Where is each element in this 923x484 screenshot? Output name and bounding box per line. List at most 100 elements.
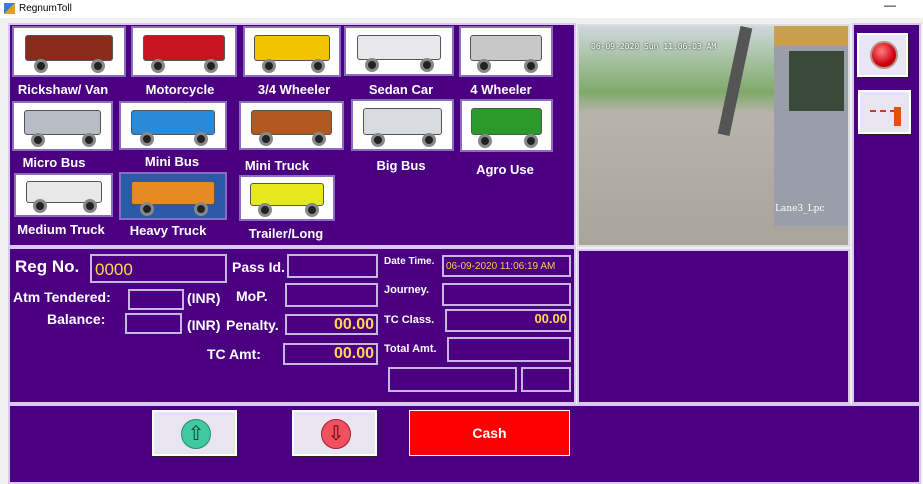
vehicle-image: [251, 109, 332, 135]
wheel-icon: [420, 58, 435, 72]
window-title: RegnumToll: [19, 3, 72, 14]
wheel-icon: [91, 59, 105, 73]
control-panel: [852, 23, 921, 404]
balance-input[interactable]: [125, 313, 182, 334]
wheel-icon: [151, 59, 166, 73]
reg-no-input[interactable]: 0000: [90, 254, 227, 283]
vehicle-label: Heavy Truck: [129, 223, 207, 238]
booth: [774, 26, 848, 226]
extra-field-1[interactable]: [388, 367, 517, 392]
wheel-icon: [310, 59, 325, 73]
title-bar: RegnumToll —: [0, 0, 923, 18]
up-button[interactable]: ⇧: [152, 410, 237, 456]
wheel-icon: [478, 134, 493, 148]
atm-tendered-input[interactable]: [128, 289, 184, 310]
minimize-button[interactable]: —: [884, 0, 896, 12]
arrow-up-icon: ⇧: [181, 419, 211, 449]
app-icon: [4, 3, 15, 14]
wheel-icon: [81, 133, 96, 147]
vehicle-image: [23, 109, 102, 136]
pass-id-input[interactable]: [287, 254, 378, 278]
atm-tendered-label: Atm Tendered:: [13, 289, 111, 305]
vehicle-image: [470, 108, 543, 136]
extra-field-2[interactable]: [521, 367, 571, 392]
vehicle-label: Micro Bus: [22, 155, 86, 170]
vehicle-button-heavy-truck[interactable]: [119, 172, 227, 220]
vehicle-label: Big Bus: [376, 158, 426, 173]
alarm-button[interactable]: [857, 33, 908, 77]
mop-label: MoP.: [236, 288, 268, 304]
tc-amt-label: TC Amt:: [207, 346, 261, 362]
wheel-icon: [82, 199, 97, 213]
wheel-icon: [524, 59, 538, 73]
wheel-icon: [257, 203, 272, 217]
penalty-label: Penalty.: [226, 317, 279, 333]
wheel-icon: [139, 132, 154, 146]
red-light-icon: [870, 41, 898, 69]
wheel-icon: [139, 202, 154, 216]
wheel-icon: [259, 132, 274, 146]
vehicle-button-3-4-wheeler[interactable]: [243, 26, 341, 77]
down-button[interactable]: ⇩: [292, 410, 377, 456]
vehicle-button-4-wheeler[interactable]: [459, 26, 553, 77]
vehicle-button-sedan-car[interactable]: [344, 26, 454, 76]
vehicle-label: Mini Truck: [244, 158, 310, 173]
wheel-icon: [370, 133, 385, 147]
vehicle-label: Agro Use: [476, 162, 534, 177]
wheel-icon: [33, 59, 48, 73]
barrier-button[interactable]: [858, 90, 911, 134]
arrow-down-icon: ⇩: [321, 419, 351, 449]
tc-class-input[interactable]: 00.00: [445, 309, 571, 332]
total-amt-input[interactable]: [447, 337, 571, 362]
wheel-icon: [311, 132, 326, 146]
wheel-icon: [422, 133, 437, 147]
wheel-icon: [31, 133, 46, 147]
journey-input[interactable]: [442, 283, 571, 306]
wheel-icon: [305, 203, 320, 217]
vehicle-image: [470, 35, 542, 61]
mop-input[interactable]: [285, 283, 378, 307]
balance-label: Balance:: [47, 311, 106, 327]
camera-timestamp: 06-09-2020 Sun 11:06:03 AM: [591, 42, 717, 51]
wheel-icon: [477, 59, 492, 73]
info-panel: [577, 249, 850, 404]
total-amt-label: Total Amt.: [384, 343, 437, 355]
vehicle-image: [362, 108, 443, 135]
wheel-icon: [524, 134, 539, 148]
vehicle-button-rickshaw-van[interactable]: [12, 26, 126, 77]
wheel-icon: [193, 202, 208, 216]
vehicle-image: [356, 34, 442, 61]
penalty-input[interactable]: 00.00: [285, 314, 378, 335]
vehicle-label: Trailer/Long: [248, 226, 324, 241]
pole: [717, 26, 753, 137]
vehicle-label: 4 Wheeler: [470, 82, 532, 97]
reg-no-label: Reg No.: [15, 257, 80, 276]
vehicle-label: Mini Bus: [144, 154, 200, 169]
vehicle-label: Medium Truck: [17, 222, 105, 237]
vehicle-button-mini-truck[interactable]: [239, 101, 344, 150]
journey-label: Journey.: [384, 284, 430, 296]
vehicle-label: Rickshaw/ Van: [17, 82, 109, 97]
vehicle-button-motorcycle[interactable]: [131, 26, 237, 77]
vehicle-button-mini-bus[interactable]: [119, 101, 227, 150]
datetime-display: 06-09-2020 11:06:19 AM: [442, 255, 571, 277]
vehicle-button-medium-truck[interactable]: [14, 173, 113, 217]
vehicle-label: 3/4 Wheeler: [257, 82, 331, 97]
tc-amt-input[interactable]: 00.00: [283, 343, 378, 365]
vehicle-button-agro-use[interactable]: [460, 99, 553, 152]
vehicle-button-trailer-long[interactable]: [239, 175, 335, 221]
vehicle-label: Sedan Car: [368, 82, 434, 97]
wheel-icon: [193, 132, 208, 146]
tc-class-label: TC Class.: [384, 314, 435, 326]
datetime-label: Date Time.: [384, 256, 435, 267]
barrier-gate-icon: [870, 110, 896, 113]
inr-unit: (INR): [187, 290, 221, 306]
wheel-icon: [261, 59, 276, 73]
pass-id-label: Pass Id.: [232, 259, 285, 275]
vehicle-button-big-bus[interactable]: [351, 99, 454, 151]
wheel-icon: [33, 199, 48, 213]
vehicle-image: [25, 35, 113, 61]
vehicle-image: [254, 35, 330, 61]
vehicle-button-micro-bus[interactable]: [12, 101, 113, 151]
cash-button[interactable]: Cash: [409, 410, 570, 456]
